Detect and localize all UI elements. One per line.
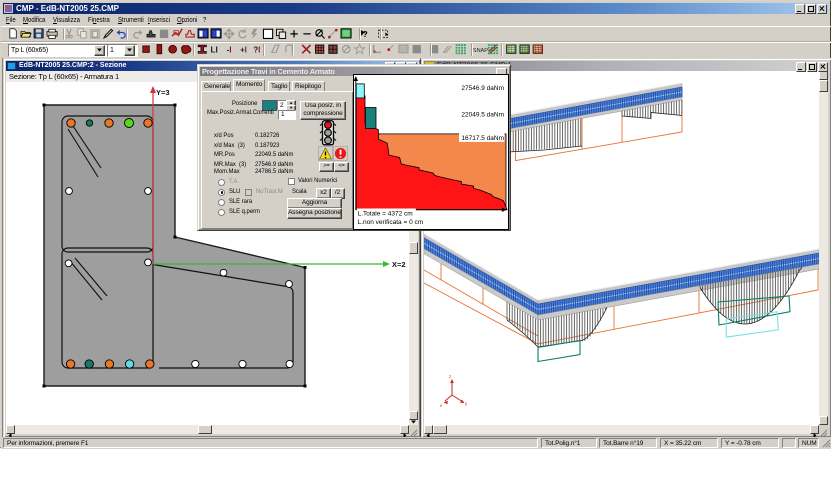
svg-text:+I: +I bbox=[240, 45, 247, 54]
svg-text:?I: ?I bbox=[253, 45, 260, 54]
svg-text:X=2: X=2 bbox=[392, 260, 406, 269]
svg-text:-I: -I bbox=[227, 45, 232, 54]
svg-text:?: ? bbox=[363, 30, 368, 39]
svg-text:L.Totale = 4372 cm: L.Totale = 4372 cm bbox=[358, 210, 413, 217]
svg-text:L.non verificata = 0 cm: L.non verificata = 0 cm bbox=[358, 219, 424, 226]
svg-text:LI: LI bbox=[211, 45, 218, 54]
svg-text:x: x bbox=[440, 403, 443, 408]
svg-text:y: y bbox=[465, 401, 468, 406]
svg-text:27546.9 daNm: 27546.9 daNm bbox=[461, 85, 504, 92]
svg-text:16717.5 daNm: 16717.5 daNm bbox=[461, 135, 504, 142]
svg-text:z: z bbox=[449, 374, 452, 379]
svg-text:Y=3: Y=3 bbox=[156, 88, 170, 97]
svg-text:22049.5 daNm: 22049.5 daNm bbox=[461, 111, 504, 118]
svg-text:SNAP: SNAP bbox=[473, 48, 488, 54]
